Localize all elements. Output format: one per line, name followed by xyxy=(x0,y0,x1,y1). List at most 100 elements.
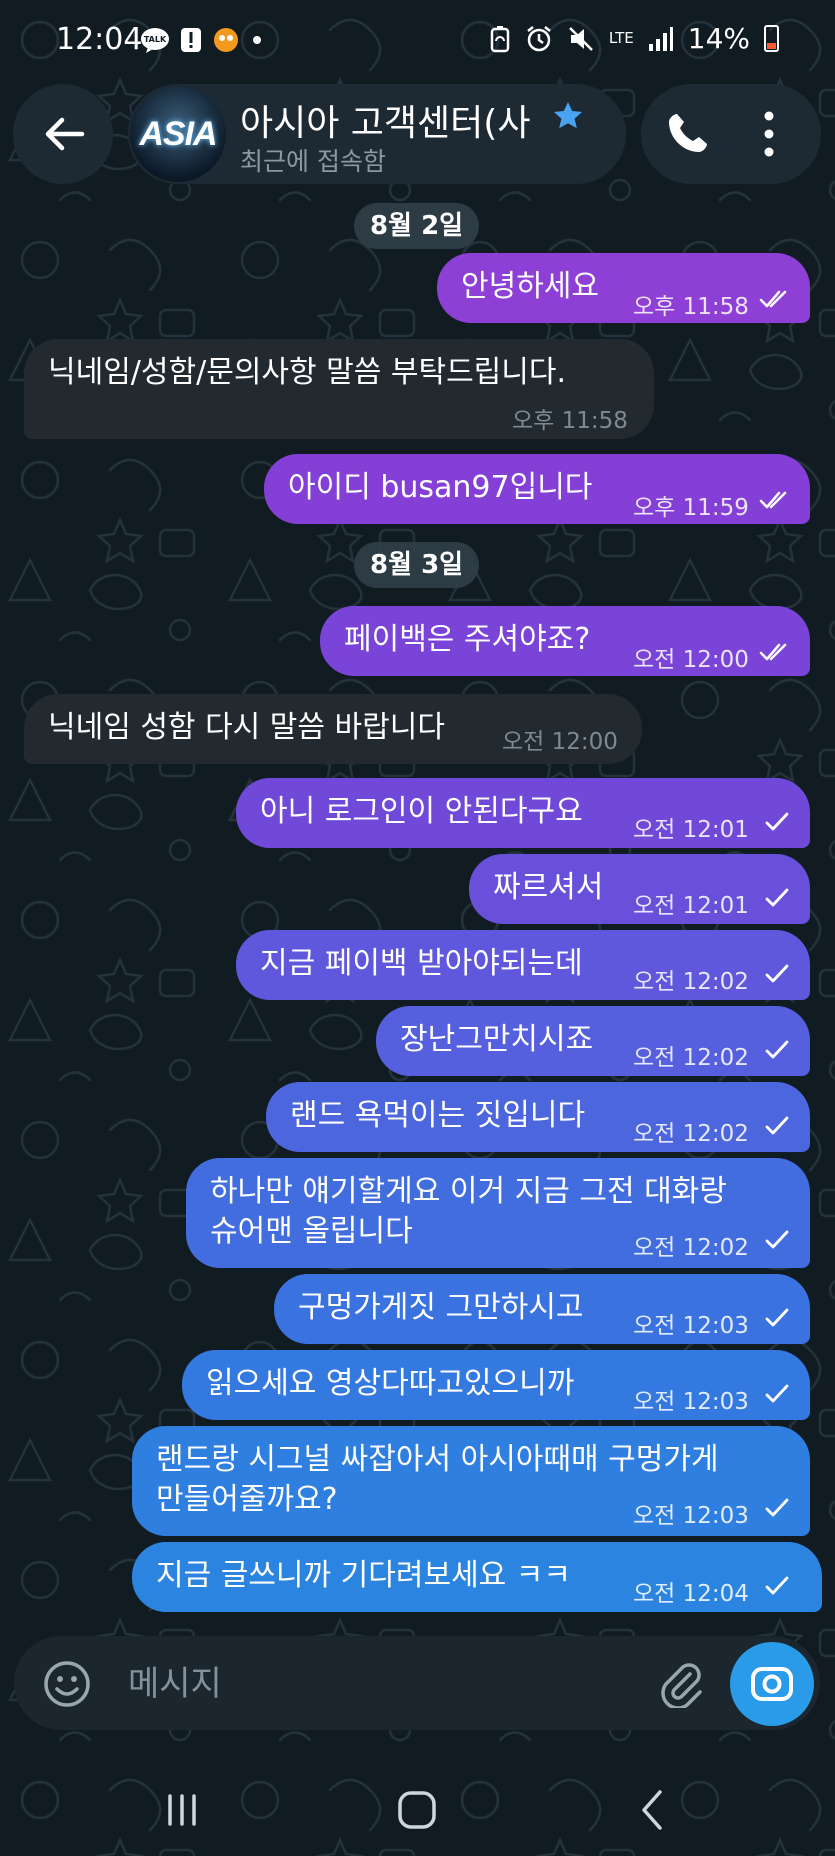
status-time: 12:04 xyxy=(56,22,143,57)
avatar: ASIA xyxy=(130,86,226,182)
message-text: 아니 로그인이 안된다구요 xyxy=(260,794,583,829)
message-time: 오전 12:03 xyxy=(633,1503,749,1529)
message-bubble-outgoing[interactable]: 지금 글쓰니까 기다려보세요 ㅋㅋ 오전 12:04 xyxy=(132,1542,822,1612)
recents-icon[interactable] xyxy=(154,1782,210,1838)
sent-check-icon xyxy=(765,1230,789,1249)
sent-check-icon xyxy=(765,1308,789,1327)
sent-check-icon xyxy=(765,1498,789,1517)
chat-title: 아시아 고객센터(사 xyxy=(240,103,531,144)
message-text: 닉네임/성함/문의사항 말씀 부탁드립니다. xyxy=(48,355,567,390)
sent-check-icon xyxy=(765,1040,789,1059)
battery-saver-icon xyxy=(490,25,510,52)
message-bubble-outgoing[interactable]: 읽으세요 영상다따고있으니까 오전 12:03 xyxy=(182,1350,810,1420)
message-list: 8월 2일 안녕하세요 오후 11:58 닉네임/성함/문의사항 말씀 부탁드립… xyxy=(0,0,835,1620)
camera-button[interactable] xyxy=(730,1642,814,1726)
message-text: 페이백은 주셔야죠? xyxy=(344,622,591,657)
message-bubble-outgoing[interactable]: 안녕하세요 오후 11:58 xyxy=(437,253,810,323)
message-text: 아이디 busan97입니다 xyxy=(288,470,593,505)
message-time: 오후 11:58 xyxy=(633,294,749,320)
read-double-check-icon xyxy=(759,290,787,308)
message-time: 오전 12:03 xyxy=(633,1389,749,1415)
read-double-check-icon xyxy=(759,491,787,509)
message-bubble-incoming[interactable]: 닉네임/성함/문의사항 말씀 부탁드립니다. 오후 11:58 xyxy=(24,339,654,439)
message-time: 오후 11:59 xyxy=(633,495,749,521)
back-button[interactable] xyxy=(13,84,113,184)
header-actions xyxy=(641,84,821,184)
last-seen-status: 최근에 접속함 xyxy=(240,147,386,176)
chat-info-button[interactable]: ASIA 아시아 고객센터(사 최근에 접속함 xyxy=(128,84,626,184)
avatar-logo: ASIA xyxy=(139,114,217,153)
signal-icon xyxy=(648,26,673,51)
message-text-line: 랜드랑 시그널 싸잡아서 아시아때매 구멍가게 xyxy=(156,1442,719,1477)
message-text: 장난그만치시죠 xyxy=(400,1022,594,1057)
message-time: 오전 12:02 xyxy=(633,969,749,995)
message-bubble-outgoing[interactable]: 랜드랑 시그널 싸잡아서 아시아때매 구멍가게 만들어줄까요? 오전 12:03 xyxy=(132,1426,810,1536)
message-time: 오전 12:02 xyxy=(633,1045,749,1071)
chat-screen: 12:04 TALK LTE 14% ASIA 아시아 고객센터(사 최근에 접… xyxy=(0,0,835,1856)
message-text: 안녕하세요 xyxy=(461,269,599,304)
message-time: 오전 12:02 xyxy=(633,1235,749,1261)
message-bubble-outgoing[interactable]: 페이백은 주셔야죠? 오전 12:00 xyxy=(320,606,810,676)
message-bubble-outgoing[interactable]: 아이디 busan97입니다 오후 11:59 xyxy=(264,454,810,524)
message-bubble-outgoing[interactable]: 짜르셔서 오전 12:01 xyxy=(469,854,810,924)
battery-percent: 14% xyxy=(687,22,750,55)
alert-notification-icon xyxy=(181,28,201,52)
message-time: 오전 12:00 xyxy=(633,647,749,673)
sent-check-icon xyxy=(765,1384,789,1403)
battery-icon xyxy=(764,25,779,52)
message-text-line: 만들어줄까요? xyxy=(156,1482,338,1517)
message-time: 오전 12:03 xyxy=(633,1313,749,1339)
mute-icon xyxy=(568,26,593,51)
chat-header: ASIA 아시아 고객센터(사 최근에 접속함 xyxy=(0,82,835,184)
read-double-check-icon xyxy=(759,643,787,661)
message-time: 오전 12:04 xyxy=(633,1581,749,1607)
sent-check-icon xyxy=(765,1116,789,1135)
status-bar: 12:04 TALK LTE 14% xyxy=(0,0,835,84)
message-bubble-outgoing[interactable]: 장난그만치시죠 오전 12:02 xyxy=(376,1006,810,1076)
game-notification-icon xyxy=(214,28,238,52)
message-time: 오전 12:01 xyxy=(633,817,749,843)
message-text-line: 슈어맨 올립니다 xyxy=(210,1214,413,1249)
sent-check-icon xyxy=(765,964,789,983)
system-icons: LTE 14% xyxy=(489,22,779,55)
sent-check-icon xyxy=(765,1576,789,1595)
back-arrow-icon xyxy=(45,117,85,151)
system-navigation-bar xyxy=(0,1760,835,1856)
sent-check-icon xyxy=(765,888,789,907)
message-time: 오후 11:58 xyxy=(512,408,628,434)
message-text: 지금 페이백 받아야되는데 xyxy=(260,946,583,981)
message-text: 랜드 욕먹이는 짓입니다 xyxy=(290,1098,586,1133)
sent-check-icon xyxy=(765,812,789,831)
emoji-icon[interactable] xyxy=(42,1659,92,1709)
talk-notification-icon: TALK xyxy=(141,28,169,53)
message-bubble-outgoing[interactable]: 랜드 욕먹이는 짓입니다 오전 12:02 xyxy=(266,1082,810,1152)
message-time: 오전 12:00 xyxy=(502,729,618,755)
network-type: LTE xyxy=(608,29,634,47)
alarm-icon xyxy=(527,25,551,51)
paperclip-icon[interactable] xyxy=(654,1656,706,1708)
message-text: 구멍가게짓 그만하시고 xyxy=(298,1290,584,1325)
message-bubble-outgoing[interactable]: 구멍가게짓 그만하시고 오전 12:03 xyxy=(274,1274,810,1344)
message-input[interactable] xyxy=(126,1658,650,1710)
message-time: 오전 12:01 xyxy=(633,893,749,919)
home-icon[interactable] xyxy=(389,1782,445,1838)
message-bubble-incoming[interactable]: 닉네임 성함 다시 말씀 바랍니다 오전 12:00 xyxy=(24,694,642,764)
message-composer xyxy=(14,1636,820,1730)
date-separator: 8월 3일 xyxy=(354,542,480,588)
date-separator: 8월 2일 xyxy=(354,203,480,249)
camera-icon xyxy=(751,1667,793,1701)
message-text: 지금 글쓰니까 기다려보세요 ㅋㅋ xyxy=(156,1558,572,1593)
message-text-line: 하나만 얘기할게요 이거 지금 그전 대화랑 xyxy=(210,1174,727,1209)
message-text: 닉네임 성함 다시 말씀 바랍니다 xyxy=(48,710,445,745)
star-icon xyxy=(554,102,582,129)
svg-text:TALK: TALK xyxy=(144,35,167,44)
message-bubble-outgoing[interactable]: 아니 로그인이 안된다구요 오전 12:01 xyxy=(236,778,810,848)
back-nav-icon[interactable] xyxy=(624,1782,680,1838)
message-bubble-outgoing[interactable]: 지금 페이백 받아야되는데 오전 12:02 xyxy=(236,930,810,1000)
more-vertical-icon[interactable] xyxy=(761,110,777,158)
dot-icon xyxy=(253,36,261,44)
message-text: 짜르셔서 xyxy=(493,870,604,905)
message-bubble-outgoing[interactable]: 하나만 얘기할게요 이거 지금 그전 대화랑 슈어맨 올립니다 오전 12:02 xyxy=(186,1158,810,1268)
message-text: 읽으세요 영상다따고있으니까 xyxy=(206,1366,575,1401)
call-icon[interactable] xyxy=(665,110,711,156)
